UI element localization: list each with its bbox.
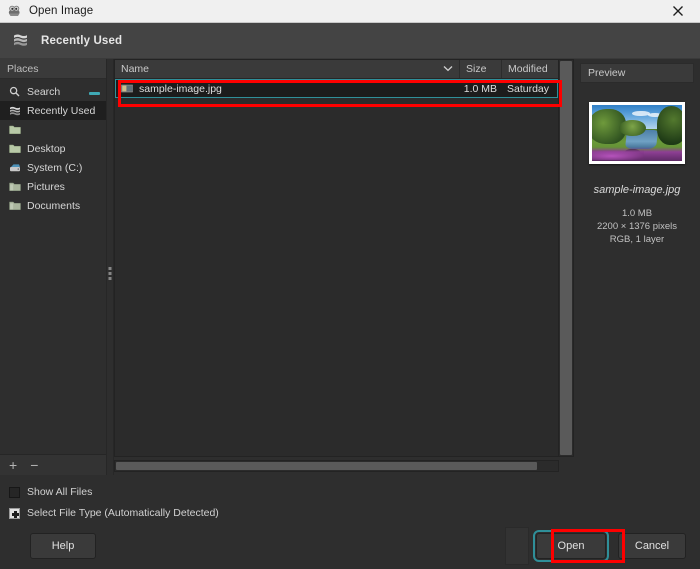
- sidebar-label-desktop: Desktop: [27, 142, 66, 155]
- folder-dark-icon: [8, 180, 21, 193]
- sidebar-item-home[interactable]: [0, 120, 106, 139]
- open-button[interactable]: Open: [533, 530, 609, 562]
- file-list-column-headers: Name Size Modified: [115, 60, 558, 79]
- file-list-horizontal-scrollbar-area: [114, 457, 574, 475]
- places-sidebar: Places Search Recently Used Desktop Syst…: [0, 59, 106, 475]
- horizontal-scrollbar-thumb[interactable]: [116, 462, 538, 470]
- preview-pane: Preview sample-image.jpg 1.0 MB 2200 × 1…: [574, 59, 700, 475]
- preview-filesize: 1.0 MB: [621, 208, 653, 219]
- sidebar-label-recently-used: Recently Used: [27, 104, 96, 117]
- chevron-down-icon: [443, 63, 453, 75]
- sidebar-item-recently-used[interactable]: Recently Used: [0, 101, 106, 120]
- column-header-size-label: Size: [466, 63, 487, 75]
- places-footer: + −: [0, 454, 106, 475]
- preview-header: Preview: [580, 63, 694, 83]
- file-list-rows: sample-image.jpg 1.0 MB Saturday: [115, 79, 558, 456]
- checkbox-icon: [9, 486, 20, 498]
- dialog-button-row: Help Open Cancel: [0, 523, 700, 569]
- recently-used-icon: [8, 104, 21, 117]
- gimp-wilber-icon: [7, 4, 22, 18]
- preview-dimensions: 2200 × 1376 pixels: [596, 221, 678, 232]
- sidebar-item-search[interactable]: Search: [0, 82, 106, 101]
- preview-header-label: Preview: [588, 67, 626, 79]
- close-icon[interactable]: [655, 0, 700, 22]
- window-title: Open Image: [29, 5, 94, 17]
- select-file-type-expander[interactable]: Select File Type (Automatically Detected…: [0, 503, 700, 523]
- sidebar-item-documents[interactable]: Documents: [0, 196, 106, 215]
- folder-dark-icon: [8, 199, 21, 212]
- folder-icon: [8, 142, 21, 155]
- show-all-files-label: Show All Files: [27, 486, 93, 498]
- sidebar-label-search: Search: [27, 85, 61, 98]
- location-header: Recently Used: [0, 23, 700, 59]
- sidebar-label-documents: Documents: [27, 199, 81, 212]
- search-icon: [8, 85, 21, 98]
- secondary-placeholder-button[interactable]: [505, 527, 529, 565]
- column-header-name-label: Name: [121, 63, 150, 75]
- preview-thumbnail-frame: [589, 102, 685, 164]
- file-browser-pane: Name Size Modified sample-image.jpg 1.0 …: [114, 59, 574, 475]
- location-label: Recently Used: [41, 34, 123, 47]
- column-header-modified[interactable]: Modified: [502, 60, 558, 78]
- file-modified-cell: Saturday: [507, 82, 550, 95]
- file-list-area: Name Size Modified sample-image.jpg 1.0 …: [114, 59, 574, 457]
- file-list: Name Size Modified sample-image.jpg 1.0 …: [114, 59, 559, 457]
- cancel-button[interactable]: Cancel: [618, 533, 686, 559]
- open-image-dialog: Open Image Recently Used Places Search R…: [0, 0, 700, 569]
- help-button[interactable]: Help: [30, 533, 96, 559]
- file-size-cell: 1.0 MB: [463, 82, 497, 95]
- sidebar-item-system-c[interactable]: System (C:): [0, 158, 106, 177]
- recently-used-icon: [11, 31, 30, 50]
- places-header-label: Places: [7, 62, 39, 75]
- sidebar-item-desktop[interactable]: Desktop: [0, 139, 106, 158]
- sidebar-label-pictures: Pictures: [27, 180, 65, 193]
- column-header-modified-label: Modified: [508, 63, 548, 75]
- column-header-name[interactable]: Name: [115, 60, 460, 78]
- places-header: Places: [0, 59, 106, 79]
- remove-bookmark-button[interactable]: −: [30, 458, 38, 472]
- column-header-size[interactable]: Size: [460, 60, 502, 78]
- preview-thumbnail-image: [592, 105, 682, 161]
- search-marker-icon: [89, 92, 100, 95]
- vertical-scrollbar-thumb[interactable]: [560, 61, 572, 455]
- dialog-footer: Show All Files Select File Type (Automat…: [0, 475, 700, 569]
- dialog-body: Places Search Recently Used Desktop Syst…: [0, 59, 700, 475]
- preview-filename: sample-image.jpg: [593, 184, 681, 196]
- preview-colormode: RGB, 1 layer: [609, 234, 665, 245]
- file-row-sample-image[interactable]: sample-image.jpg 1.0 MB Saturday: [115, 79, 558, 98]
- folder-icon: [8, 123, 21, 136]
- select-file-type-label: Select File Type (Automatically Detected…: [27, 507, 219, 519]
- image-file-icon: [121, 83, 133, 95]
- drive-icon: [8, 161, 21, 174]
- preview-metadata: 1.0 MB 2200 × 1376 pixels RGB, 1 layer: [580, 207, 694, 246]
- file-name-label: sample-image.jpg: [139, 82, 222, 95]
- title-bar: Open Image: [0, 0, 700, 23]
- add-bookmark-button[interactable]: +: [9, 458, 17, 472]
- file-list-vertical-scrollbar[interactable]: [559, 59, 574, 457]
- plus-box-icon: [9, 507, 20, 519]
- pane-splitter[interactable]: [106, 59, 114, 475]
- splitter-grip-icon: [108, 267, 112, 280]
- places-list: Search Recently Used Desktop System (C:)…: [0, 79, 106, 454]
- sidebar-item-pictures[interactable]: Pictures: [0, 177, 106, 196]
- sidebar-label-system-c: System (C:): [27, 161, 83, 174]
- file-name-cell: sample-image.jpg: [115, 83, 460, 95]
- file-list-horizontal-scrollbar[interactable]: [114, 460, 559, 472]
- show-all-files-checkbox[interactable]: Show All Files: [0, 483, 700, 501]
